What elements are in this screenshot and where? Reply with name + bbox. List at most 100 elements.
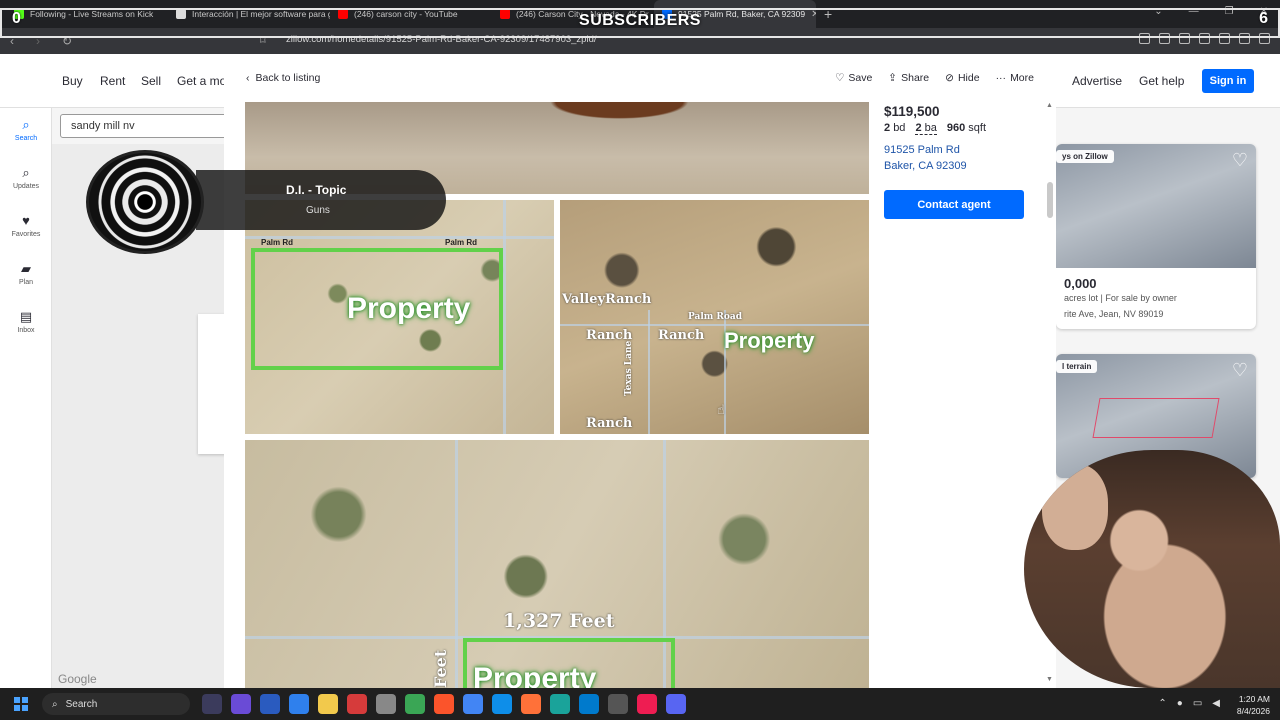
contact-agent-button[interactable]: Contact agent (884, 190, 1024, 219)
map-label: Texas Lane (624, 340, 634, 396)
listing-photo[interactable]: Palm Rd Palm Rd Property (245, 200, 554, 434)
favorite-heart-icon[interactable]: ♡ (1232, 360, 1248, 381)
sqft: 960 sqft (946, 122, 987, 134)
menu-icon[interactable] (1259, 33, 1270, 44)
more-button[interactable]: ··· More (996, 72, 1034, 84)
windows-start-icon[interactable] (14, 697, 28, 711)
extension-icon[interactable] (1159, 33, 1170, 44)
plan-icon: ▰ (21, 261, 31, 276)
property-label: Property (347, 292, 471, 325)
volume-icon[interactable]: ◀ (1212, 698, 1220, 709)
overlay-title: SUBSCRIBERS (579, 12, 701, 29)
map-label: ValleyRanch (562, 292, 652, 307)
extension-icon[interactable] (1219, 33, 1230, 44)
beds: 2 bd (884, 122, 906, 134)
zillow-sidebar: ⌕ Search ⌕ Updates ♥ Favorites ▰ Plan ▤ Inbox (0, 108, 52, 688)
listing-badge: l terrain (1056, 360, 1098, 373)
webcam-person (1042, 464, 1108, 550)
sidebar-item-plan[interactable]: ▰ Plan (0, 261, 52, 287)
now-playing-subtitle: Guns (306, 205, 330, 216)
app-icon[interactable] (405, 694, 425, 714)
inbox-icon: ▤ (19, 309, 33, 324)
listing-photo[interactable]: ValleyRanch Palm Road Ranch Ranch Proper… (560, 200, 869, 434)
distance-label: 1,327 Feet (503, 610, 615, 632)
screen: Following - Live Streams on Kick Interac… (0, 0, 1280, 720)
listing-facts: 2 bd 2 ba 960 sqft (884, 122, 986, 135)
sign-in-button[interactable]: Sign in (1202, 69, 1254, 93)
firefox-icon[interactable] (521, 694, 541, 714)
sidebar-item-favorites[interactable]: ♥ Favorites (0, 213, 52, 239)
file-explorer-icon[interactable] (318, 694, 338, 714)
brave-icon[interactable] (434, 694, 454, 714)
microphone-icon[interactable]: ● (1177, 698, 1183, 709)
sidebar-item-inbox[interactable]: ▤ Inbox (0, 309, 52, 335)
nav-advertise[interactable]: Advertise (1072, 74, 1122, 88)
app-icon[interactable] (289, 694, 309, 714)
reload-icon[interactable]: ↻ (62, 34, 78, 48)
extension-icon[interactable] (1179, 33, 1190, 44)
forward-arrow-icon[interactable]: › (36, 34, 52, 48)
discord-icon[interactable] (666, 694, 686, 714)
app-icon[interactable] (550, 694, 570, 714)
url-input[interactable]: zillow.com/homedetails/91525-Palm-Rd-Bak… (286, 34, 597, 45)
location-search-input[interactable]: sandy mill nv (60, 114, 230, 138)
app-icon[interactable] (608, 694, 628, 714)
listing-price: $119,500 (884, 104, 940, 119)
app-icon[interactable] (376, 694, 396, 714)
bookmark-icon[interactable]: ⌑ (260, 34, 266, 47)
edge-icon[interactable] (492, 694, 512, 714)
scroll-up-icon[interactable]: ▲ (1046, 102, 1053, 109)
share-button[interactable]: ⇪ Share (888, 72, 929, 84)
nav-rent[interactable]: Rent (100, 74, 125, 88)
sidebar-item-updates[interactable]: ⌕ Updates (0, 166, 52, 191)
network-icon[interactable]: ▭ (1193, 698, 1202, 709)
album-art (86, 150, 204, 254)
modal-header: ‹ Back to listing ♡ Save ⇪ Share ⊘ Hide ··· M… (224, 54, 1056, 100)
save-button[interactable]: ♡ Save (835, 72, 872, 84)
chevron-left-icon: ‹ (246, 72, 250, 84)
back-arrow-icon[interactable]: ‹ (10, 34, 26, 48)
browser-address-bar: ‹ › ↻ ⌑ zillow.com/homedetails/91525-Pal… (0, 28, 1280, 54)
sidebar-item-search[interactable]: ⌕ Search (0, 118, 52, 143)
address-line2[interactable]: Baker, CA 92309 (884, 160, 967, 172)
property-label: Property (473, 662, 597, 688)
now-playing-overlay: D.I. - Topic Guns (86, 150, 448, 254)
baths[interactable]: 2 ba (915, 122, 937, 135)
windows-taskbar: ⌕ Search ⌃ ● ▭ ◀ 1:20 AM 8/4/2026 (0, 688, 1280, 720)
favorite-heart-icon[interactable]: ♡ (1232, 150, 1248, 171)
nav-sell[interactable]: Sell (141, 74, 161, 88)
hide-button[interactable]: ⊘ Hide (945, 72, 979, 84)
hide-icon: ⊘ (945, 72, 954, 84)
nav-get-help[interactable]: Get help (1139, 74, 1184, 88)
back-to-listing-button[interactable]: ‹ Back to listing (246, 72, 320, 84)
nav-buy[interactable]: Buy (62, 74, 83, 88)
more-icon: ··· (995, 72, 1007, 84)
modal-actions: ♡ Save ⇪ Share ⊘ Hide ··· More (835, 72, 1034, 84)
extension-icon[interactable] (1239, 33, 1250, 44)
extension-icon[interactable] (1139, 33, 1150, 44)
street-label: Palm Rd (445, 238, 478, 247)
tiktok-icon[interactable] (637, 694, 657, 714)
extension-icon[interactable] (1199, 33, 1210, 44)
share-icon: ⇪ (888, 72, 898, 84)
nav-get-a-mortgage[interactable]: Get a mo (177, 74, 226, 88)
scroll-down-icon[interactable]: ▼ (1046, 676, 1053, 683)
app-icon[interactable] (202, 694, 222, 714)
app-icon[interactable] (347, 694, 367, 714)
taskbar-clock[interactable]: 1:20 AM 8/4/2026 (1237, 693, 1270, 717)
listing-address: rite Ave, Jean, NV 89019 (1064, 309, 1164, 319)
mouse-cursor-icon: ☝ (717, 402, 725, 417)
listing-photo[interactable]: 1,327 Feet Feet Property (245, 440, 869, 688)
app-icon[interactable] (260, 694, 280, 714)
property-label: Property (724, 328, 815, 353)
listing-card[interactable]: ys on Zillow ♡ 0,000 acres lot | For sal… (1056, 144, 1256, 329)
address-line1[interactable]: 91525 Palm Rd (884, 144, 960, 156)
scrollbar-thumb[interactable] (1047, 182, 1053, 218)
app-icon[interactable] (231, 694, 251, 714)
system-tray: ⌃ ● ▭ ◀ (1158, 698, 1220, 709)
taskbar-search[interactable]: ⌕ Search (42, 693, 190, 715)
chevron-up-icon[interactable]: ⌃ (1158, 698, 1166, 709)
heart-icon: ♥ (22, 213, 30, 228)
vscode-icon[interactable] (579, 694, 599, 714)
chrome-icon[interactable] (463, 694, 483, 714)
